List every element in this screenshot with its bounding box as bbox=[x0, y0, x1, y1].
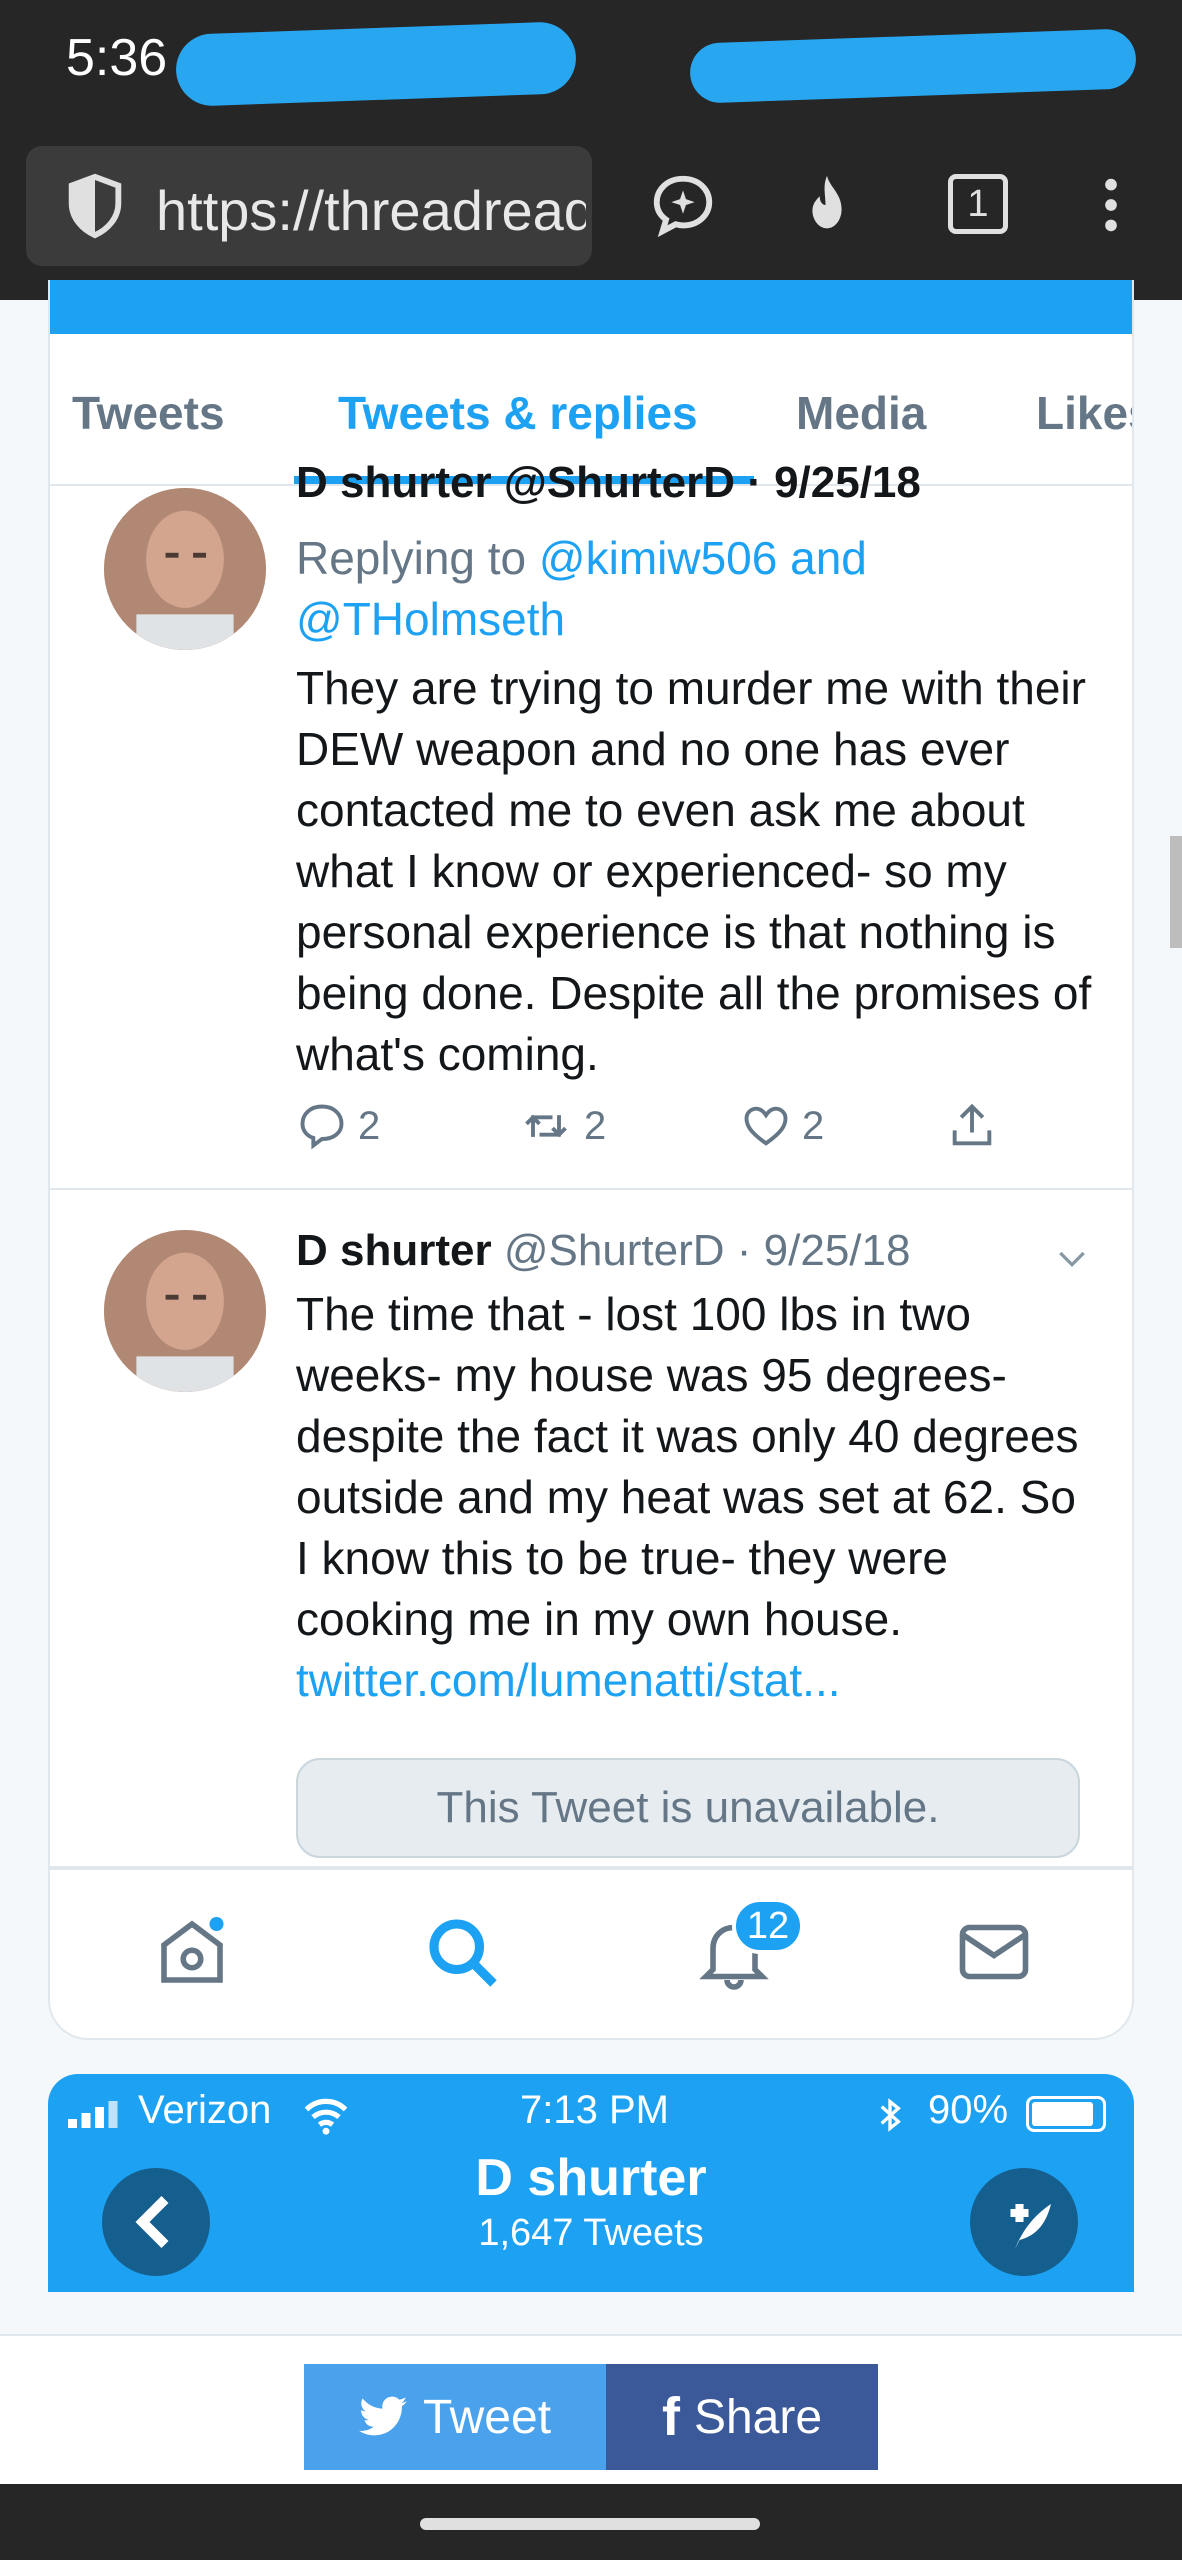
like-button[interactable]: 2 bbox=[740, 1100, 824, 1152]
quoted-tweet-unavailable: This Tweet is unavailable. bbox=[296, 1758, 1080, 1858]
ios-time: 7:13 PM bbox=[520, 2088, 669, 2132]
heart-icon bbox=[744, 1106, 788, 1146]
share-tweet-button[interactable] bbox=[946, 1100, 998, 1152]
reply-context: Replying to @kimiw506 and @THolmseth bbox=[296, 528, 1096, 650]
browser-toolbar: https://threadreaderapp.com 1 bbox=[0, 140, 1182, 300]
url-text: https://threadreaderapp.com bbox=[156, 179, 586, 242]
tab-count: 1 bbox=[967, 183, 989, 225]
profile-header-strip bbox=[50, 280, 1132, 334]
tab-tweets[interactable]: Tweets bbox=[72, 386, 225, 440]
mention-link[interactable]: @THolmseth bbox=[296, 593, 565, 645]
status-bar: 5:36 bbox=[0, 0, 1182, 140]
battery-percent: 90% bbox=[928, 2088, 1009, 2132]
notification-badge: 12 bbox=[732, 1898, 804, 1954]
replying-to-label: Replying to bbox=[296, 532, 527, 584]
mention-link[interactable]: @kimiw506 and bbox=[539, 532, 867, 584]
compose-button[interactable] bbox=[970, 2168, 1078, 2276]
share-bar: Tweet f Share bbox=[0, 2334, 1182, 2484]
retweet-button[interactable]: 2 bbox=[518, 1100, 606, 1152]
reply-button[interactable]: 2 bbox=[296, 1100, 380, 1152]
battery-icon bbox=[1026, 2096, 1106, 2132]
tweet-text: They are trying to murder me with their … bbox=[296, 662, 1092, 1080]
home-icon[interactable] bbox=[150, 1910, 234, 1994]
tweet-share-label: Tweet bbox=[422, 2390, 552, 2444]
share-icon bbox=[952, 1103, 992, 1146]
tweet-share-button[interactable]: Tweet bbox=[304, 2364, 606, 2470]
avatar-photo bbox=[104, 488, 266, 650]
reader-mode-icon[interactable] bbox=[648, 170, 718, 240]
signal-icon bbox=[68, 2101, 118, 2128]
mail-icon[interactable] bbox=[952, 1910, 1036, 1994]
app-bottom-nav: 12 bbox=[50, 1868, 1132, 2038]
twitter-screenshot-card: Tweets Tweets & replies Media Likes D sh… bbox=[48, 280, 1134, 2040]
bluetooth-icon bbox=[880, 2098, 901, 2132]
retweet-count: 2 bbox=[584, 1103, 607, 1148]
tweet-header-cut-off: D shurter @ShurterD · 9/25/18 bbox=[296, 458, 921, 507]
url-bar[interactable]: https://threadreaderapp.com bbox=[26, 146, 592, 266]
fire-icon[interactable] bbox=[792, 170, 862, 240]
tweet-body: The time that - lost 100 lbs in two week… bbox=[296, 1284, 1096, 1711]
tweet-body: Replying to @kimiw506 and @THolmseth The… bbox=[296, 528, 1096, 1085]
facebook-share-label: Share bbox=[693, 2390, 823, 2444]
tweet-header: D shurter @ShurterD · 9/25/18 bbox=[296, 1226, 910, 1276]
redaction-scribble bbox=[689, 28, 1137, 104]
home-gesture-pill[interactable] bbox=[420, 2518, 760, 2530]
tab-tweets-and-replies[interactable]: Tweets & replies bbox=[338, 386, 698, 440]
avatar[interactable] bbox=[104, 488, 266, 650]
retweet-icon bbox=[525, 1114, 567, 1138]
reply-count: 2 bbox=[358, 1103, 381, 1148]
chevron-down-icon[interactable] bbox=[1052, 1238, 1092, 1278]
avatar-photo bbox=[104, 1230, 266, 1392]
shield-icon bbox=[68, 173, 122, 239]
facebook-share-button[interactable]: f Share bbox=[606, 2364, 878, 2470]
system-nav-bar bbox=[0, 2484, 1182, 2560]
author-handle-date: @ShurterD · 9/25/18 bbox=[503, 1226, 911, 1275]
wifi-icon bbox=[304, 2098, 348, 2135]
tab-switcher-button[interactable]: 1 bbox=[948, 174, 1008, 234]
avatar[interactable] bbox=[104, 1230, 266, 1392]
redaction-scribble bbox=[174, 21, 578, 107]
reply-icon bbox=[300, 1104, 344, 1150]
ios-profile-header: Verizon 7:13 PM 90% D shurter 1,647 Twee… bbox=[48, 2074, 1134, 2292]
carrier-label: Verizon bbox=[138, 2088, 272, 2132]
twitter-bird-icon bbox=[358, 2396, 407, 2436]
tweet-actions: 2 2 2 bbox=[296, 1100, 1096, 1160]
facebook-icon: f bbox=[661, 2387, 680, 2447]
tweet-text: The time that - lost 100 lbs in two week… bbox=[296, 1288, 1079, 1645]
overflow-menu-icon[interactable] bbox=[1076, 170, 1146, 240]
tweet-link[interactable]: twitter.com/lumenatti/stat... bbox=[296, 1654, 841, 1706]
author-name[interactable]: D shurter bbox=[296, 1226, 492, 1275]
compose-quill-icon bbox=[1010, 2204, 1051, 2249]
scrollbar-thumb[interactable] bbox=[1170, 836, 1182, 948]
status-time: 5:36 bbox=[66, 29, 168, 87]
tab-likes[interactable]: Likes bbox=[1036, 386, 1132, 440]
like-count: 2 bbox=[802, 1103, 825, 1148]
search-icon[interactable] bbox=[420, 1910, 504, 1994]
tab-media[interactable]: Media bbox=[796, 386, 926, 440]
tweet[interactable]: D shurter @ShurterD · 9/25/18 Replying t… bbox=[50, 458, 1132, 1190]
